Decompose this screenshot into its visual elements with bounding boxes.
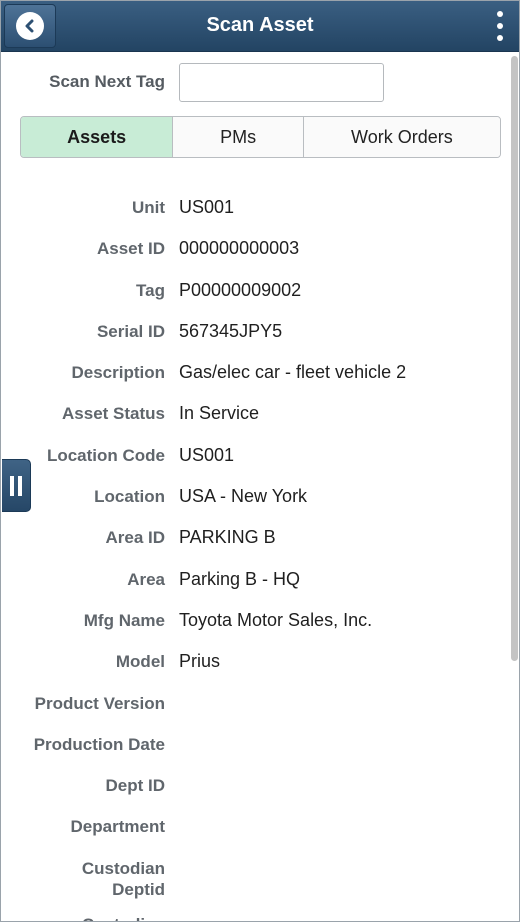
pause-bar-icon — [18, 475, 22, 496]
page-title: Scan Asset — [206, 14, 314, 36]
field-department: Department — [1, 806, 509, 847]
field-area: Area Parking B - HQ — [1, 559, 509, 600]
field-model: Model Prius — [1, 641, 509, 682]
tab-bar: Assets PMs Work Orders — [20, 116, 501, 158]
field-product-version: Product Version — [1, 683, 509, 724]
field-label: Asset ID — [96, 239, 165, 259]
vertical-scrollbar[interactable] — [511, 56, 518, 661]
field-label: Custodian Deptid — [81, 858, 165, 899]
field-value: PARKING B — [179, 527, 276, 548]
field-value: 567345JPY5 — [179, 320, 283, 341]
field-unit: Unit US001 — [1, 187, 509, 228]
field-description: Description Gas/elec car - fleet vehicle… — [1, 352, 509, 393]
pause-bar-icon — [10, 475, 14, 496]
field-label: Unit — [131, 198, 165, 217]
kebab-menu-icon[interactable] — [495, 11, 505, 41]
field-production-date: Production Date — [1, 724, 509, 765]
field-asset-status: Asset Status In Service — [1, 393, 509, 434]
scan-next-tag-label: Scan Next Tag — [49, 72, 165, 91]
field-label: Tag — [136, 280, 165, 300]
field-tag: Tag P00000009002 — [1, 270, 509, 311]
field-area-id: Area ID PARKING B — [1, 517, 509, 558]
field-location: Location USA - New York — [1, 476, 509, 517]
field-value: Toyota Motor Sales, Inc. — [179, 609, 373, 630]
field-value: Parking B - HQ — [179, 568, 301, 589]
field-location-code: Location Code US001 — [1, 435, 509, 476]
tab-pms[interactable]: PMs — [173, 117, 304, 157]
field-label: Product Version — [34, 693, 165, 713]
field-label: Description — [71, 363, 165, 383]
field-value: 000000000003 — [179, 238, 300, 259]
field-label: Area — [127, 569, 165, 589]
field-label: Serial ID — [96, 321, 165, 341]
side-panel-toggle[interactable] — [2, 459, 31, 512]
field-label: Department — [70, 817, 165, 837]
field-asset-id: Asset ID 000000000003 — [1, 228, 509, 269]
field-label: Model — [115, 652, 165, 672]
asset-details: Unit US001 Asset ID 000000000003 Tag P00… — [1, 187, 509, 921]
scan-next-tag-input[interactable] — [179, 63, 384, 102]
field-mfg-name: Mfg Name Toyota Motor Sales, Inc. — [1, 600, 509, 641]
app-frame: Scan Asset Scan Next Tag Assets PMs Work… — [0, 0, 520, 922]
field-dept-id: Dept ID — [1, 765, 509, 806]
field-custodian-deptid: Custodian Deptid — [1, 848, 509, 904]
app-header: Scan Asset — [1, 1, 519, 52]
field-value: US001 — [179, 444, 235, 465]
tab-work-orders[interactable]: Work Orders — [303, 117, 500, 157]
field-value: P00000009002 — [179, 279, 302, 300]
field-label: Production Date — [33, 734, 165, 754]
field-value: In Service — [179, 403, 260, 424]
field-label: Dept ID — [105, 776, 166, 796]
field-value: Prius — [179, 651, 221, 672]
field-label: Asset Status — [62, 404, 165, 424]
field-custodian: Custodian — [1, 904, 509, 921]
field-label: Custodian — [1, 914, 165, 921]
tab-assets[interactable]: Assets — [21, 117, 174, 157]
field-value: USA - New York — [179, 486, 308, 507]
field-serial-id: Serial ID 567345JPY5 — [1, 311, 509, 352]
field-label: Area ID — [105, 528, 165, 548]
field-value: US001 — [179, 197, 235, 217]
field-label: Mfg Name — [83, 610, 165, 630]
field-value: Gas/elec car - fleet vehicle 2 — [179, 362, 407, 383]
